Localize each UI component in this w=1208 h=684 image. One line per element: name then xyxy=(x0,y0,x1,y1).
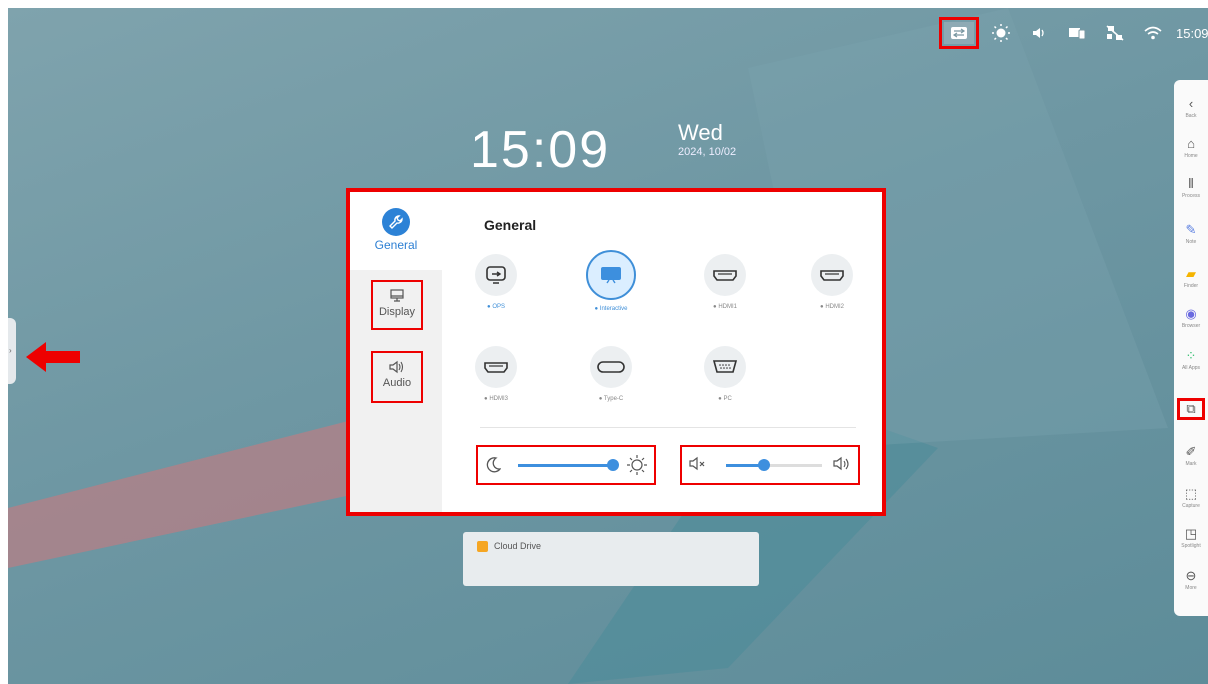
right-dock: ‹ Back ⌂ Home ⦀ Process ✎ Note ▰ Finder ◉ Browser ⁘ A… xyxy=(1174,80,1208,616)
dock-item-label: Mark xyxy=(1185,461,1197,467)
source-hdmi2[interactable]: ● HDMI2 xyxy=(792,254,872,310)
dock-item-mark[interactable]: ✐ Mark xyxy=(1174,444,1208,467)
source-interactive[interactable]: ● Interactive xyxy=(571,250,651,312)
mute-icon xyxy=(688,456,710,477)
settings-panel: General Display Audio General ● OPS ● In… xyxy=(346,188,886,516)
sidebar-item-general[interactable]: General xyxy=(350,192,442,270)
dock-item-label: Back xyxy=(1185,113,1197,119)
dock-item-finder[interactable]: ▰ Finder xyxy=(1174,266,1208,289)
brightness-slider[interactable] xyxy=(476,445,656,485)
chevron-right-icon: › xyxy=(9,346,12,355)
dock-item-input-source[interactable]: ⧉ xyxy=(1174,398,1208,420)
clock-time: 15:09 xyxy=(470,121,611,179)
sidebar-item-label: General xyxy=(374,238,418,252)
apps-icon: ⁘ xyxy=(1185,348,1197,363)
dock-item-label: Capture xyxy=(1182,503,1200,509)
dock-item-capture[interactable]: ⬚ Capture xyxy=(1174,486,1208,509)
panel-sidebar: General Display Audio xyxy=(350,192,442,512)
cloud-drive-icon xyxy=(477,541,488,552)
source-hdmi3[interactable]: ● HDMI3 xyxy=(456,346,536,402)
source-label: ● Type-C xyxy=(598,396,624,402)
clock-day: Wed xyxy=(678,120,723,145)
wrench-icon xyxy=(382,208,410,236)
source-pc[interactable]: ● PC xyxy=(685,346,765,402)
sidebar-item-label: Display xyxy=(378,306,416,318)
volume-icon[interactable] xyxy=(1020,22,1058,44)
source-label: ● HDMI3 xyxy=(484,396,508,402)
more-icon: ⊖ xyxy=(1185,568,1197,583)
speaker-icon xyxy=(373,360,421,377)
cloud-drive-card[interactable]: Cloud Drive xyxy=(463,532,759,586)
status-time: 15:09 xyxy=(1176,25,1208,41)
source-hdmi1[interactable]: ● HDMI1 xyxy=(685,254,765,310)
hdmi-icon xyxy=(811,254,853,296)
wifi-icon[interactable] xyxy=(1134,22,1172,44)
panel-title: General xyxy=(484,217,537,233)
screen-share-icon[interactable] xyxy=(1058,22,1096,44)
dock-item-label: More xyxy=(1185,585,1197,591)
pen-icon: ✐ xyxy=(1185,444,1197,459)
dock-item-label: All Apps xyxy=(1181,365,1201,371)
process-icon: ⦀ xyxy=(1188,176,1194,191)
input-source-icon: ⧉ xyxy=(1177,398,1205,420)
cloud-drive-label: Cloud Drive xyxy=(494,541,542,551)
spotlight-icon: ◳ xyxy=(1184,526,1198,541)
dock-item-label: Finder xyxy=(1183,283,1199,289)
divider xyxy=(480,427,856,428)
sidebar-item-audio[interactable]: Audio xyxy=(371,351,423,403)
clock-date: 2024, 10/02 xyxy=(678,146,737,158)
hdmi-icon xyxy=(704,254,746,296)
hdmi-icon xyxy=(475,346,517,388)
sidebar-item-label: Audio xyxy=(382,377,412,389)
note-icon: ✎ xyxy=(1185,222,1197,237)
interactive-icon xyxy=(586,250,636,300)
volume-slider[interactable] xyxy=(680,445,860,485)
dock-item-label: Spotlight xyxy=(1181,543,1201,549)
dock-item-home[interactable]: ⌂ Home xyxy=(1174,136,1208,159)
dock-item-all-apps[interactable]: ⁘ All Apps xyxy=(1174,348,1208,371)
input-switch-icon[interactable] xyxy=(939,17,979,49)
ops-icon xyxy=(475,254,517,296)
source-label: ● Interactive xyxy=(594,306,628,312)
brightness-icon[interactable] xyxy=(982,22,1020,44)
slider-fill xyxy=(518,464,614,467)
dock-item-label: Process xyxy=(1181,193,1201,199)
vga-icon xyxy=(704,346,746,388)
source-label: ● HDMI2 xyxy=(820,304,844,310)
network-off-icon[interactable] xyxy=(1096,22,1134,44)
desktop-screen: 15:09 15:09 Wed 2024, 10/02 Cloud Drive … xyxy=(8,8,1208,684)
status-bar: 15:09 xyxy=(939,17,1208,49)
dock-item-spotlight[interactable]: ◳ Spotlight xyxy=(1174,526,1208,549)
dock-item-process[interactable]: ⦀ Process xyxy=(1174,176,1208,199)
chevron-left-icon: ‹ xyxy=(1188,96,1194,111)
dock-item-note[interactable]: ✎ Note xyxy=(1174,222,1208,245)
dock-item-label: Note xyxy=(1185,239,1197,245)
source-label: ● HDMI1 xyxy=(713,304,737,310)
sun-icon xyxy=(626,454,648,481)
moon-icon xyxy=(485,456,502,479)
home-icon: ⌂ xyxy=(1187,136,1195,151)
slider-knob[interactable] xyxy=(607,459,620,471)
folder-icon: ▰ xyxy=(1186,266,1196,281)
type-c-icon xyxy=(590,346,632,388)
speaker-loud-icon xyxy=(832,456,854,477)
source-label: ● PC xyxy=(718,396,732,402)
left-edge-handle[interactable]: › xyxy=(8,318,16,384)
dock-item-label: Browser xyxy=(1181,323,1201,329)
red-arrow-annotation xyxy=(24,340,82,379)
dock-item-back[interactable]: ‹ Back xyxy=(1174,96,1208,119)
dock-item-browser[interactable]: ◉ Browser xyxy=(1174,306,1208,329)
sidebar-item-display[interactable]: Display xyxy=(371,280,423,330)
source-type-c[interactable]: ● Type-C xyxy=(571,346,651,402)
slider-knob[interactable] xyxy=(758,459,771,471)
dock-item-more[interactable]: ⊖ More xyxy=(1174,568,1208,591)
dock-item-label: Home xyxy=(1184,153,1198,159)
browser-icon: ◉ xyxy=(1185,306,1197,321)
source-label: ● OPS xyxy=(487,304,505,310)
source-ops[interactable]: ● OPS xyxy=(456,254,536,310)
monitor-icon xyxy=(373,289,421,306)
capture-icon: ⬚ xyxy=(1184,486,1198,501)
